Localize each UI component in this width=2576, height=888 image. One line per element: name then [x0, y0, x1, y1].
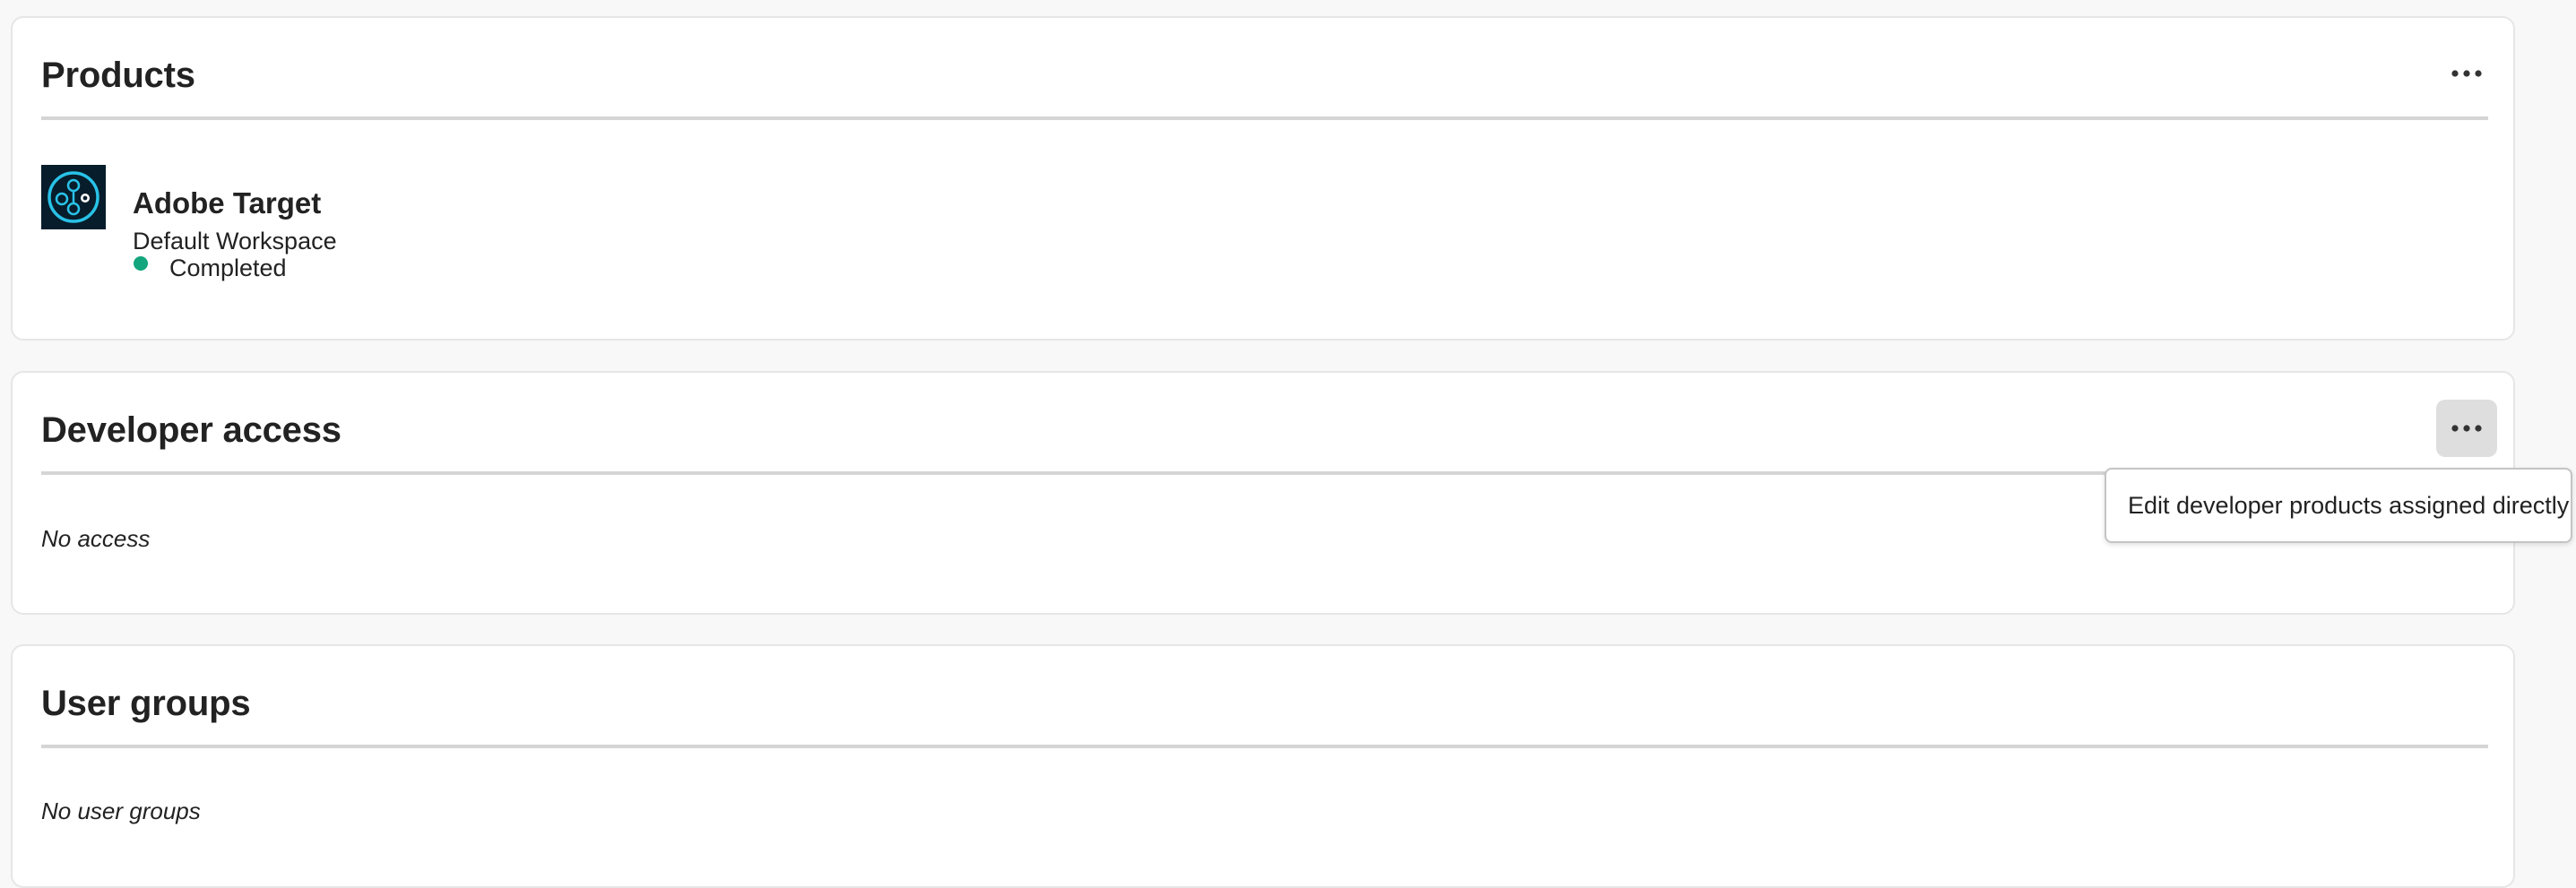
developer-access-empty-text: No access	[41, 525, 151, 552]
more-horizontal-icon	[2451, 70, 2482, 77]
user-groups-empty-text: No user groups	[41, 797, 201, 824]
user-groups-card: User groups No user groups	[11, 644, 2515, 888]
products-title: Products	[41, 56, 195, 95]
developer-access-menu-popover: Edit developer products assigned directl…	[2105, 468, 2572, 543]
developer-access-title: Developer access	[41, 410, 341, 450]
menu-item-edit-developer-products[interactable]: Edit developer products assigned directl…	[2106, 470, 2571, 541]
product-workspace: Default Workspace	[133, 228, 337, 254]
products-divider	[41, 116, 2488, 120]
adobe-target-icon	[41, 165, 106, 229]
user-groups-title: User groups	[41, 684, 251, 723]
more-horizontal-icon	[2451, 425, 2482, 432]
status-indicator-dot	[134, 256, 148, 271]
developer-access-more-button[interactable]	[2436, 400, 2497, 457]
products-card: Products Adobe Target Default Workspace …	[11, 16, 2515, 341]
products-more-button[interactable]	[2436, 45, 2497, 102]
user-groups-divider	[41, 745, 2488, 748]
product-name: Adobe Target	[133, 186, 322, 220]
product-status: Completed	[169, 254, 287, 282]
